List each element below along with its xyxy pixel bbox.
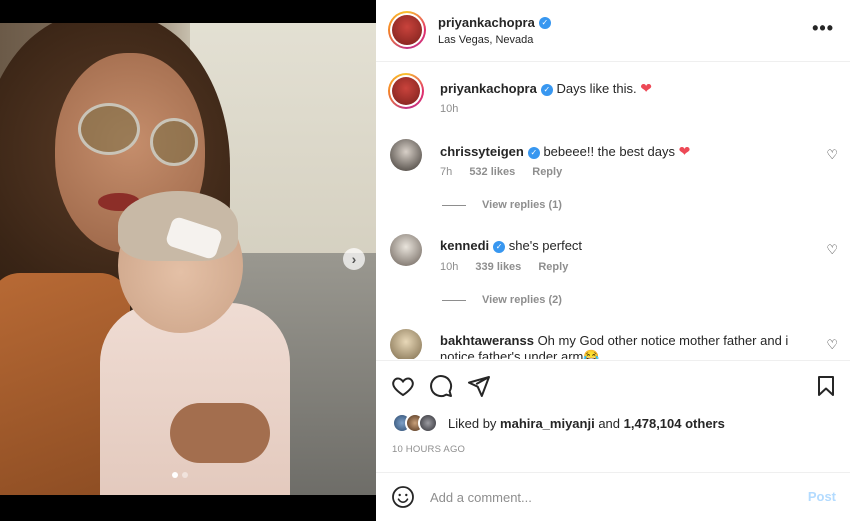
- comment-username[interactable]: chrissyteigen: [440, 144, 524, 159]
- post-photo[interactable]: [0, 23, 376, 495]
- verified-badge-icon: ✓: [538, 16, 551, 29]
- chevron-right-icon: ›: [351, 251, 357, 267]
- comment-likes[interactable]: 532 likes: [469, 166, 515, 178]
- like-comment-heart-icon[interactable]: ♡: [826, 337, 838, 353]
- comment-item: kennedi ✓ she's perfect ♡ 10h 339 likes R…: [376, 234, 850, 314]
- red-heart-emoji: ❤: [678, 143, 691, 159]
- view-replies-label: View replies (2): [482, 294, 562, 306]
- likes-summary: Liked by mahira_miyanji and 1,478,104 ot…: [392, 413, 725, 433]
- comment-item: chrissyteigen ✓ bebeee!! the best days ❤ …: [376, 139, 850, 219]
- commenter-avatar[interactable]: [390, 234, 422, 266]
- like-heart-icon[interactable]: [391, 374, 415, 398]
- comment-input[interactable]: [430, 487, 790, 507]
- view-replies-button[interactable]: View replies (2): [442, 294, 562, 306]
- comment-likes[interactable]: 339 likes: [475, 261, 521, 273]
- post-panel: priyankachopra ✓ Las Vegas, Nevada ••• pr…: [376, 0, 850, 521]
- liked-by-label: Liked by: [448, 415, 497, 431]
- liker-avatar: [418, 413, 438, 433]
- post-header: priyankachopra ✓ Las Vegas, Nevada •••: [376, 0, 850, 62]
- post-media-pane: ›: [0, 0, 376, 521]
- comment-username[interactable]: bakhtaweranss: [440, 333, 534, 348]
- verified-badge-icon: ✓: [540, 83, 553, 96]
- caption: priyankachopra ✓ Days like this. ❤ 10h: [376, 73, 850, 123]
- post-actions: Liked by mahira_miyanji and 1,478,104 ot…: [376, 360, 850, 472]
- author-avatar[interactable]: [388, 73, 424, 109]
- caption-time: 10h: [440, 103, 459, 115]
- comment-text-continued: notice father's under arm😂: [440, 349, 600, 359]
- reply-button[interactable]: Reply: [532, 166, 562, 178]
- post-location[interactable]: Las Vegas, Nevada: [438, 34, 533, 46]
- author-avatar[interactable]: [388, 11, 426, 49]
- liked-by-user[interactable]: mahira_miyanji: [500, 416, 595, 431]
- likes-count[interactable]: 1,478,104 others: [624, 416, 725, 431]
- comment-text: bebeee!! the best days: [543, 144, 675, 159]
- comment-text: she's perfect: [508, 238, 583, 253]
- emoji-smiley-icon[interactable]: [391, 485, 415, 509]
- caption-username[interactable]: priyankachopra: [440, 81, 537, 96]
- commenter-avatar[interactable]: [390, 139, 422, 171]
- comment-item: bakhtaweranss Oh my God other notice mot…: [376, 329, 850, 359]
- comment-username[interactable]: kennedi: [440, 238, 489, 253]
- carousel-dot: [172, 472, 178, 478]
- verified-badge-icon: ✓: [527, 146, 540, 159]
- comment-text: Oh my God other notice mother father and…: [537, 333, 789, 348]
- post-comment-button[interactable]: Post: [808, 489, 836, 504]
- verified-badge-icon: ✓: [493, 240, 506, 253]
- carousel-dot: [182, 472, 188, 478]
- reply-button[interactable]: Reply: [538, 261, 568, 273]
- save-bookmark-icon[interactable]: [814, 374, 838, 398]
- liked-by-and: and: [598, 415, 621, 431]
- view-replies-button[interactable]: View replies (1): [442, 199, 562, 211]
- like-comment-heart-icon[interactable]: ♡: [826, 147, 838, 163]
- more-options-icon[interactable]: •••: [812, 18, 834, 39]
- add-comment-bar: Post: [376, 472, 850, 521]
- caption-text: Days like this.: [556, 81, 637, 96]
- red-heart-emoji: ❤: [640, 80, 653, 96]
- comment-time: 7h: [440, 166, 453, 178]
- carousel-next-button[interactable]: ›: [343, 248, 365, 270]
- divider: [442, 204, 466, 206]
- commenter-avatar[interactable]: [390, 329, 422, 359]
- like-comment-heart-icon[interactable]: ♡: [826, 242, 838, 258]
- comments-list: priyankachopra ✓ Days like this. ❤ 10h ch…: [376, 63, 850, 359]
- view-replies-label: View replies (1): [482, 199, 562, 211]
- carousel-indicator: [172, 472, 188, 478]
- post-timestamp[interactable]: 10 HOURS AGO: [392, 444, 465, 455]
- comment-bubble-icon[interactable]: [429, 374, 453, 398]
- divider: [442, 299, 466, 301]
- author-username[interactable]: priyankachopra: [438, 15, 535, 30]
- comment-time: 10h: [440, 261, 459, 273]
- share-send-icon[interactable]: [467, 374, 491, 398]
